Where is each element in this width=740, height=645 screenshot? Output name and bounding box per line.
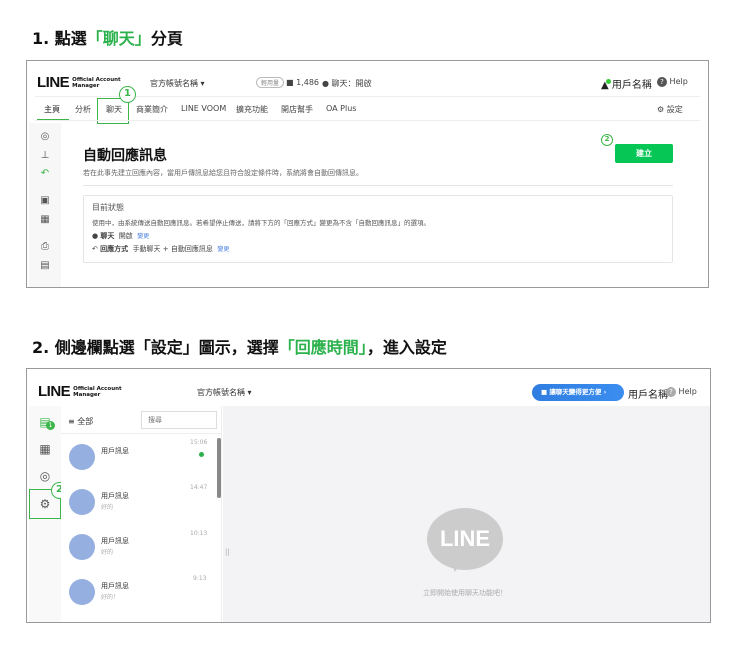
tab-profile[interactable]: 商業簡介 <box>136 104 168 115</box>
step-badge-2: 2 <box>601 134 613 146</box>
tab-shop-helper[interactable]: 開店幫手 <box>281 104 313 115</box>
scrollbar[interactable] <box>217 438 221 498</box>
step2-heading: 2. 側邊欄點選「設定」圖示，選擇「回應時間」，進入設定 <box>32 338 447 357</box>
status-text: 使用中，由系統傳送自動回應訊息。若希望停止傳送，請將下方的「回應方式」變更為不含… <box>92 219 430 227</box>
panel-step2: LINE Official Account Manager 官方帳號名稱 ▾ ■ 讓… <box>26 368 711 623</box>
lock-icon: ■ <box>541 388 548 396</box>
chat-icon: ● <box>322 79 329 88</box>
account-selector[interactable]: 官方帳號名稱 ▾ <box>150 78 205 89</box>
search-input[interactable] <box>141 411 217 429</box>
chat-list-icon[interactable]: ▤ 1 <box>37 415 55 430</box>
resize-handle[interactable]: || <box>225 548 230 556</box>
line-logo-text: LINE <box>439 526 491 551</box>
chat-list: ≡ 全部 用戶訊息 15:06 用戶訊息 好的 14:47 用戶訊息 好的 10… <box>61 406 222 622</box>
panel-step1: LINE Official Account Manager 官方帳號名稱 ▾ 輕用量… <box>26 60 709 288</box>
unread-badge: 1 <box>46 421 55 430</box>
create-button[interactable]: 建立 <box>615 144 673 163</box>
change-chat-link[interactable]: 變更 <box>137 233 149 240</box>
avatar <box>69 444 95 470</box>
promo-button[interactable]: ■ 讓聊天變得更方便 › <box>532 384 624 401</box>
user-icon: ■ <box>286 78 294 87</box>
menu-icon: ≡ <box>68 417 75 426</box>
avatar <box>69 579 95 605</box>
help-icon: ? <box>657 77 667 87</box>
avatar <box>69 489 95 515</box>
line-oa-logo: LINE Official Account Manager <box>37 74 121 91</box>
target-icon[interactable]: ◎ <box>37 131 53 142</box>
line-oa-logo: LINE Official Account Manager <box>38 383 122 400</box>
user-menu[interactable]: ▲ 用戶名稱 <box>601 76 652 91</box>
chat-empty-area: || LINE 立即開始使用聊天功能吧！ <box>223 406 710 622</box>
user-name[interactable]: 用戶名稱 <box>628 386 668 401</box>
status-title: 目前狀態 <box>92 203 124 212</box>
contacts-icon[interactable]: ▦ <box>37 442 53 456</box>
tab-home[interactable]: 主頁 <box>44 104 60 115</box>
help-link[interactable]: ? Help <box>666 387 697 397</box>
help-link[interactable]: ? Help <box>657 77 688 87</box>
tab-analytics[interactable]: 分析 <box>75 104 91 115</box>
step1-heading: 1. 點選「聊天」分頁 <box>32 29 183 48</box>
step-badge-1: 1 <box>119 86 136 103</box>
settings-link[interactable]: ⚙ 設定 <box>657 104 683 115</box>
reply-mode-row: ↶ 回應方式 手動聊天 + 自動回應訊息 變更 <box>92 245 230 253</box>
hierarchy-icon[interactable]: ⊥ <box>37 150 53 161</box>
page-description: 若在此事先建立回應內容，當用戶傳訊息給您且符合設定條件時，系統將會自動回傳訊息。 <box>83 169 363 177</box>
broadcast-icon[interactable]: ◎ <box>37 469 53 483</box>
tab-extensions[interactable]: 擴充功能 <box>236 104 268 115</box>
sidebar: ◎ ⊥ ↶ ▣ ▦ ⎙ ▤ <box>29 123 61 287</box>
gear-icon: ⚙ <box>657 105 665 114</box>
filter-dropdown[interactable]: ≡ 全部 <box>68 416 93 427</box>
unread-dot <box>199 452 204 457</box>
plan-badge: 輕用量 <box>256 77 285 88</box>
database-icon[interactable]: ▤ <box>37 260 53 271</box>
followers-count: ■ 1,486 <box>286 78 320 87</box>
help-icon: ? <box>666 387 676 397</box>
reply-icon: ↶ <box>92 245 98 253</box>
chat-status: ● 聊天：開啟 <box>322 79 372 88</box>
tab-oa-plus[interactable]: OA Plus <box>326 104 356 113</box>
chat-status-row: ● 聊天 開啟 變更 <box>92 232 150 240</box>
bell-icon: ▲ <box>601 79 611 91</box>
tab-line-voom[interactable]: LINE VOOM <box>181 104 226 113</box>
message-box-icon[interactable]: ▣ <box>37 195 53 206</box>
chat-icon: ● <box>92 232 99 240</box>
page-title: 自動回應訊息 <box>83 148 167 164</box>
avatar <box>69 534 95 560</box>
empty-state-text: 立即開始使用聊天功能吧！ <box>423 589 507 597</box>
status-box: 目前狀態 使用中，由系統傳送自動回應訊息。若希望停止傳送，請將下方的「回應方式」… <box>83 195 673 263</box>
account-selector[interactable]: 官方帳號名稱 ▾ <box>197 387 252 398</box>
change-mode-link[interactable]: 變更 <box>217 246 229 253</box>
export-icon[interactable]: ⎙ <box>37 241 53 252</box>
store-icon[interactable]: ▦ <box>37 214 53 225</box>
reply-icon[interactable]: ↶ <box>37 168 53 179</box>
